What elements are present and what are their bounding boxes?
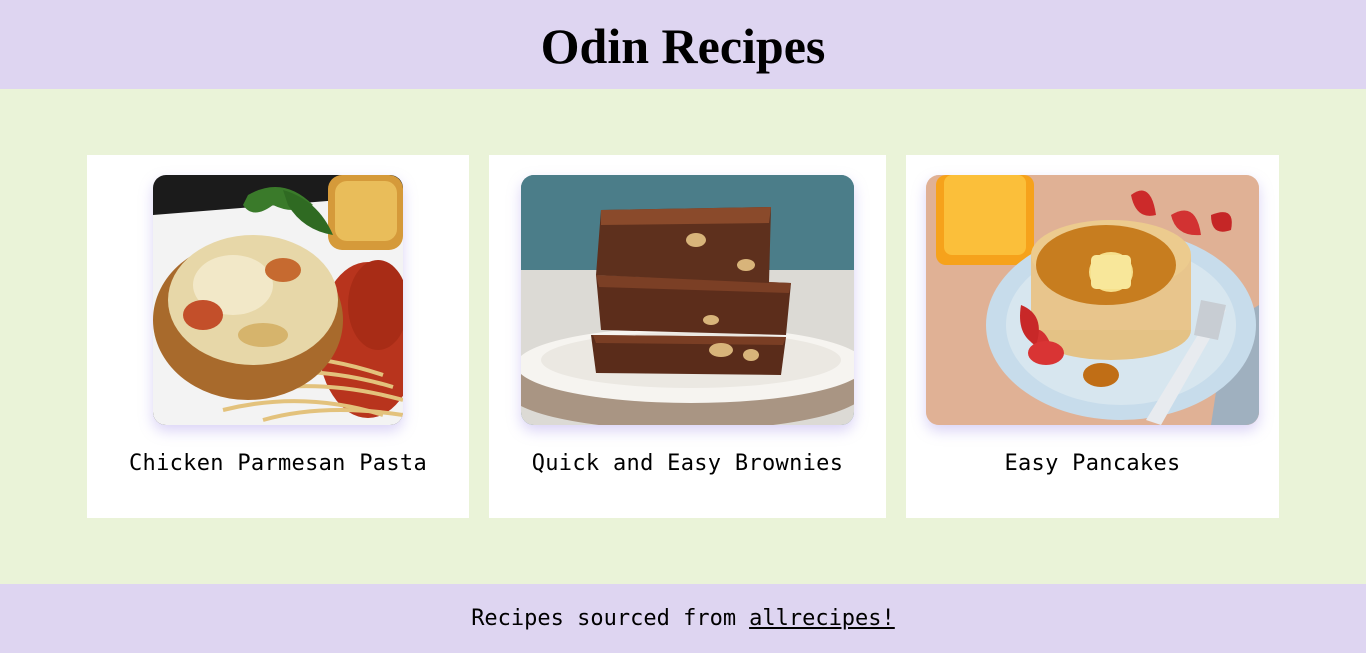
page-title: Odin Recipes: [540, 17, 826, 74]
brownies-image[interactable]: [521, 175, 854, 425]
recipe-title[interactable]: Quick and Easy Brownies: [489, 451, 886, 476]
pancakes-image[interactable]: [926, 175, 1259, 425]
site-header: Odin Recipes: [0, 0, 1366, 89]
recipe-card-chicken-parmesan-pasta[interactable]: Chicken Parmesan Pasta: [87, 155, 469, 518]
recipe-list: Chicken Parmesan Pasta Quick and Easy Br…: [0, 89, 1366, 584]
chicken-parmesan-pasta-image[interactable]: [153, 175, 403, 425]
recipe-title[interactable]: Chicken Parmesan Pasta: [87, 451, 469, 476]
allrecipes-link[interactable]: allrecipes!: [749, 606, 895, 631]
recipe-card-brownies[interactable]: Quick and Easy Brownies: [489, 155, 886, 518]
site-footer: Recipes sourced from allrecipes!: [0, 584, 1366, 653]
recipe-title[interactable]: Easy Pancakes: [906, 451, 1279, 476]
footer-text: Recipes sourced from: [471, 606, 737, 631]
recipe-card-easy-pancakes[interactable]: Easy Pancakes: [906, 155, 1279, 518]
